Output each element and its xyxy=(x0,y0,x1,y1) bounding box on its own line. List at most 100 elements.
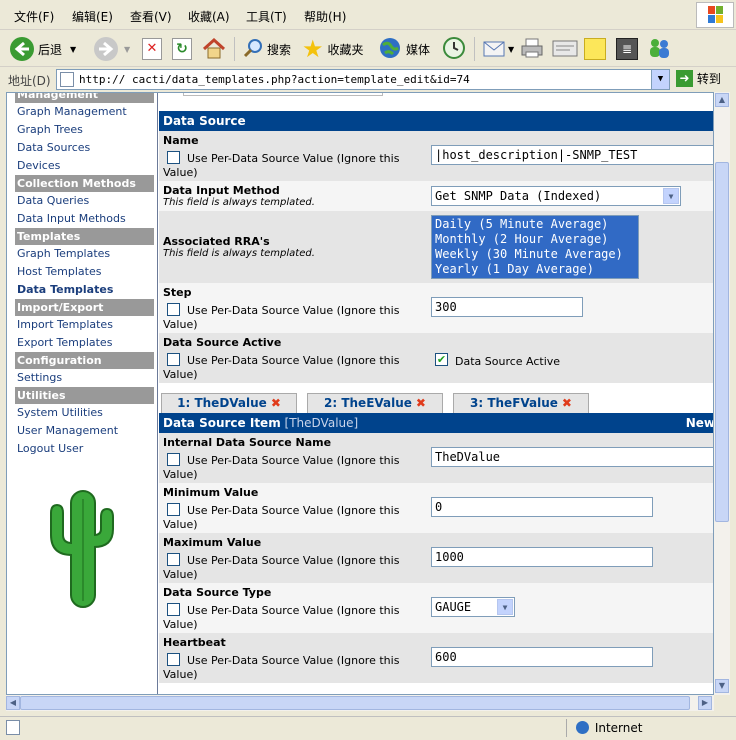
tab-thefvalue[interactable]: 3: TheFValue ✖ xyxy=(453,393,589,413)
media-button[interactable]: 媒体 xyxy=(378,35,430,63)
sidebar-item-data-input-methods[interactable]: Data Input Methods xyxy=(15,210,154,228)
delete-icon[interactable]: ✖ xyxy=(562,396,572,410)
refresh-button[interactable]: ↻ xyxy=(172,35,192,63)
address-dropdown-icon[interactable]: ▼ xyxy=(651,70,669,89)
scroll-right-icon[interactable]: ▶ xyxy=(698,696,712,710)
sidebar-item-system-utilities[interactable]: System Utilities xyxy=(15,404,154,422)
data-source-active-checkbox[interactable]: ✔ xyxy=(435,353,448,366)
messenger-button[interactable] xyxy=(646,35,672,63)
menu-view[interactable]: 查看(V) xyxy=(130,8,172,25)
history-icon xyxy=(442,36,466,63)
sidebar-menu: Management Graph Management Graph Trees Dat… xyxy=(15,93,154,458)
sidebar-category: Collection Methods xyxy=(15,175,154,192)
heartbeat-checkbox[interactable] xyxy=(167,653,180,666)
mail-button[interactable]: ▼ xyxy=(482,35,514,63)
media-globe-icon xyxy=(378,36,402,63)
sidebar-item-graph-management[interactable]: Graph Management xyxy=(15,103,154,121)
rra-option[interactable]: Daily (5 Minute Average) xyxy=(435,217,635,232)
sidebar-item-user-management[interactable]: User Management xyxy=(15,422,154,440)
internal-name-checkbox[interactable] xyxy=(167,453,180,466)
horizontal-scroll-thumb[interactable] xyxy=(20,696,690,710)
sidebar-item-graph-trees[interactable]: Graph Trees xyxy=(15,121,154,139)
active-per-ds-checkbox[interactable] xyxy=(167,353,180,366)
sidebar-item-import-templates[interactable]: Import Templates xyxy=(15,316,154,334)
home-button[interactable] xyxy=(202,35,226,63)
back-dropdown-icon[interactable]: ▼ xyxy=(70,45,76,54)
new-link[interactable]: New xyxy=(686,413,713,433)
address-bar: 地址(D) http:// cacti/data_templates.php?a… xyxy=(0,68,736,92)
go-button[interactable]: ➜ 转到 xyxy=(676,70,721,87)
mail-dropdown-icon[interactable]: ▼ xyxy=(508,45,514,54)
maximum-value-input[interactable]: 1000 xyxy=(431,547,653,567)
forward-dropdown-icon[interactable]: ▼ xyxy=(124,45,130,54)
sidebar-item-data-sources[interactable]: Data Sources xyxy=(15,139,154,157)
research-button[interactable]: ≣ xyxy=(616,35,638,63)
name-per-ds-checkbox[interactable] xyxy=(167,151,180,164)
menu-help[interactable]: 帮助(H) xyxy=(304,8,346,25)
main-content: Data Source Name Use Per-Data Source Val… xyxy=(159,93,713,683)
sidebar-item-host-templates[interactable]: Host Templates xyxy=(15,263,154,281)
sidebar-item-data-templates[interactable]: Data Templates xyxy=(15,281,154,299)
back-button[interactable]: 后退 ▼ xyxy=(10,35,76,63)
minimum-value-input[interactable]: 0 xyxy=(431,497,653,517)
sidebar-item-export-templates[interactable]: Export Templates xyxy=(15,334,154,352)
maximum-value-checkbox[interactable] xyxy=(167,553,180,566)
discuss-button[interactable] xyxy=(584,35,606,63)
data-source-type-checkbox[interactable] xyxy=(167,603,180,616)
tab-thedvalue[interactable]: 1: TheDValue ✖ xyxy=(161,393,297,413)
chevron-down-icon: ▼ xyxy=(497,599,513,615)
name-input[interactable]: |host_description|-SNMP_TEST xyxy=(431,145,713,165)
delete-icon[interactable]: ✖ xyxy=(416,396,426,410)
vertical-scroll-thumb[interactable] xyxy=(715,162,729,522)
sidebar-item-settings[interactable]: Settings xyxy=(15,369,154,387)
history-button[interactable] xyxy=(442,35,466,63)
web-page: Management Graph Management Graph Trees Dat… xyxy=(6,92,714,695)
stop-button[interactable]: ✕ xyxy=(142,35,162,63)
vertical-scrollbar[interactable]: ▲ ▼ xyxy=(714,92,730,695)
page-icon xyxy=(60,72,74,87)
menu-edit[interactable]: 编辑(E) xyxy=(72,8,113,25)
input-method-select[interactable]: Get SNMP Data (Indexed) ▼ xyxy=(431,186,681,206)
menu-favorites[interactable]: 收藏(A) xyxy=(188,8,230,25)
search-button[interactable]: 搜索 xyxy=(242,35,291,63)
step-per-ds-checkbox[interactable] xyxy=(167,303,180,316)
sidebar-item-devices[interactable]: Devices xyxy=(15,157,154,175)
star-icon: ★ xyxy=(302,35,324,63)
step-input[interactable]: 300 xyxy=(431,297,583,317)
edit-button[interactable] xyxy=(552,35,578,63)
security-zone: Internet xyxy=(576,720,642,735)
horizontal-scrollbar[interactable]: ◀ ▶ xyxy=(6,695,714,711)
tab-theevalue[interactable]: 2: TheEValue ✖ xyxy=(307,393,443,413)
menu-tools[interactable]: 工具(T) xyxy=(246,8,287,25)
sidebar-category: Import/Export xyxy=(15,299,154,316)
windows-logo-icon xyxy=(696,2,734,28)
internet-globe-icon xyxy=(576,721,589,734)
data-source-header: Data Source xyxy=(159,111,713,131)
sidebar-category: Management xyxy=(15,93,154,103)
note-icon xyxy=(584,38,606,60)
delete-icon[interactable]: ✖ xyxy=(271,396,281,410)
minimum-value-checkbox[interactable] xyxy=(167,503,180,516)
scroll-left-icon[interactable]: ◀ xyxy=(6,696,20,710)
rra-option[interactable]: Monthly (2 Hour Average) xyxy=(435,232,635,247)
heartbeat-row: Heartbeat Use Per-Data Source Value (Ign… xyxy=(159,633,713,683)
menu-file[interactable]: 文件(F) xyxy=(14,8,54,25)
rra-option[interactable]: Yearly (1 Day Average) xyxy=(435,262,635,277)
edit-page-icon xyxy=(552,37,578,62)
tab-bar: 1: TheDValue ✖ 2: TheEValue ✖ 3: TheFValue… xyxy=(159,383,713,413)
heartbeat-input[interactable]: 600 xyxy=(431,647,653,667)
forward-button[interactable]: ▼ xyxy=(94,35,130,63)
favorites-button[interactable]: ★ 收藏夹 xyxy=(302,35,364,63)
data-source-type-select[interactable]: GAUGE ▼ xyxy=(431,597,515,617)
scroll-up-icon[interactable]: ▲ xyxy=(715,93,729,107)
scroll-down-icon[interactable]: ▼ xyxy=(715,679,729,693)
address-input[interactable]: http:// cacti/data_templates.php?action=… xyxy=(56,69,670,90)
sidebar-category: Utilities xyxy=(15,387,154,404)
print-button[interactable] xyxy=(520,35,544,63)
rra-option[interactable]: Weekly (30 Minute Average) xyxy=(435,247,635,262)
internal-name-input[interactable]: TheDValue xyxy=(431,447,713,467)
sidebar-item-logout-user[interactable]: Logout User xyxy=(15,440,154,458)
sidebar-item-data-queries[interactable]: Data Queries xyxy=(15,192,154,210)
sidebar-item-graph-templates[interactable]: Graph Templates xyxy=(15,245,154,263)
rra-listbox[interactable]: Daily (5 Minute Average) Monthly (2 Hour… xyxy=(431,215,639,279)
